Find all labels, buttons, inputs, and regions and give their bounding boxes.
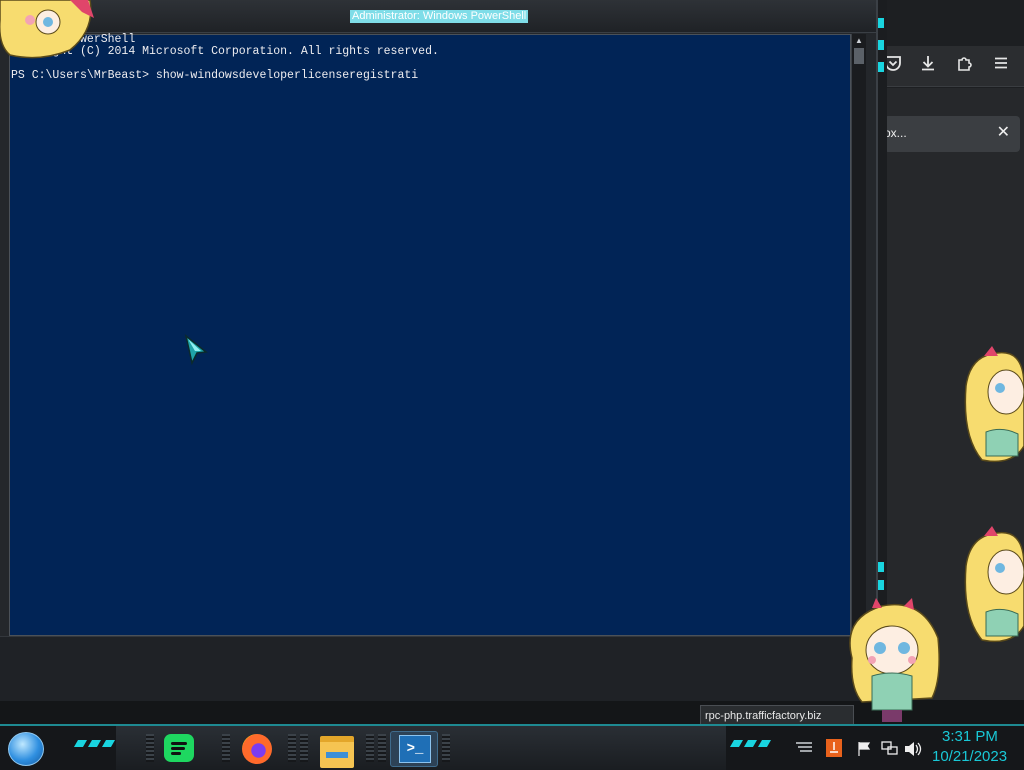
powershell-icon[interactable]: >_ <box>399 735 431 763</box>
action-center-flag-icon[interactable] <box>856 741 872 759</box>
taskbar-separator <box>442 734 450 762</box>
accent-dash <box>743 740 758 747</box>
taskbar: >_ <box>0 724 1024 770</box>
notification-text: ox... <box>884 126 907 140</box>
taskbar-separator <box>300 734 308 762</box>
taskbar-separator <box>366 734 374 762</box>
volume-icon[interactable] <box>904 741 922 759</box>
accent-dash <box>878 62 884 72</box>
accent-dash <box>878 40 884 50</box>
clock-time[interactable]: 3:31 PM <box>942 728 998 745</box>
taskbar-separator <box>222 734 230 762</box>
network-icon[interactable] <box>880 741 898 759</box>
close-icon[interactable]: ✕ <box>997 122 1010 142</box>
accent-dash <box>729 740 744 747</box>
firefox-icon[interactable] <box>242 734 272 764</box>
taskbar-separator <box>288 734 296 762</box>
start-button[interactable] <box>8 732 44 766</box>
taskbar-separator <box>146 734 154 762</box>
mascot-sticker <box>964 526 1024 643</box>
accent-dash <box>101 740 116 747</box>
scroll-up-arrow-icon[interactable]: ▲ <box>852 36 866 46</box>
scrollbar-thumb[interactable] <box>854 48 864 64</box>
accent-dash <box>878 18 884 28</box>
overflow-icon[interactable] <box>794 741 814 755</box>
console-command-line: PS C:\Users\MrBeast> show-windowsdevelop… <box>11 69 419 82</box>
powershell-title-bar[interactable]: Administrator: Windows PowerShell <box>0 0 876 33</box>
accent-dash <box>878 580 884 590</box>
mouse-cursor-icon <box>184 334 208 366</box>
menu-icon[interactable] <box>990 54 1012 76</box>
accent-dash <box>87 740 102 747</box>
window-title: Administrator: Windows PowerShell <box>350 10 529 23</box>
powershell-console[interactable]: Windows PowerShell Copyright (C) 2014 Mi… <box>9 33 851 636</box>
spotify-icon[interactable] <box>164 734 194 762</box>
accent-dash <box>73 740 88 747</box>
taskbar-separator <box>378 734 386 762</box>
window-bottom-frame <box>0 636 876 701</box>
accent-dash <box>878 562 884 572</box>
extensions-icon[interactable] <box>954 54 976 76</box>
mascot-sticker <box>0 0 94 59</box>
accent-dash <box>757 740 772 747</box>
clock-date[interactable]: 10/21/2023 <box>932 748 1007 765</box>
java-update-icon[interactable] <box>826 739 842 759</box>
mascot-sticker <box>964 346 1024 463</box>
vertical-scrollbar[interactable]: ▲ <box>851 34 866 634</box>
file-explorer-icon[interactable] <box>320 736 354 768</box>
download-icon[interactable] <box>917 54 939 76</box>
mascot-sticker <box>849 598 940 722</box>
powershell-window: Administrator: Windows PowerShell Window… <box>0 0 878 701</box>
browser-toolbar <box>880 46 1024 87</box>
browser-notification[interactable]: ox... ✕ <box>884 116 1020 152</box>
